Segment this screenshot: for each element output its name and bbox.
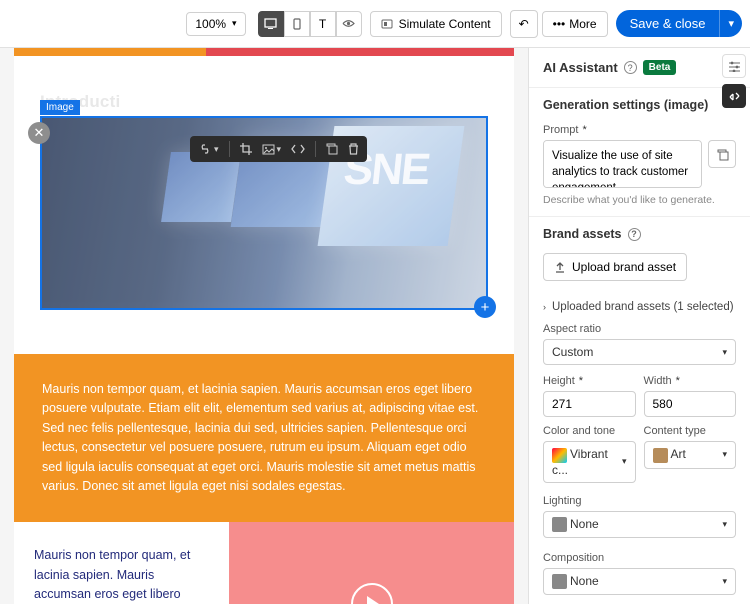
prompt-input[interactable] <box>543 140 702 188</box>
orange-text-block[interactable]: Mauris non tempor quam, et lacinia sapie… <box>14 354 514 522</box>
art-swatch-icon <box>653 448 668 463</box>
lighting-label: Lighting <box>543 495 736 507</box>
save-dropdown-button[interactable]: ▾ <box>719 10 742 37</box>
color-tone-select[interactable]: Vibrant c... ▾ <box>543 441 636 482</box>
chevron-down-icon: ▾ <box>722 347 727 358</box>
chevron-down-icon: ▾ <box>722 576 727 587</box>
add-icon[interactable]: + <box>474 296 496 318</box>
height-input[interactable] <box>543 391 636 417</box>
upload-icon <box>554 261 566 273</box>
floating-toolbar: ▾ ▾ <box>190 136 367 162</box>
zoom-select[interactable]: 100% ▾ <box>186 12 245 36</box>
content-type-label: Content type <box>644 425 737 437</box>
device-toggle-group: T <box>258 11 362 37</box>
image-icon[interactable]: ▾ <box>262 144 282 155</box>
chevron-right-icon: › <box>543 302 546 312</box>
split-row: Mauris non tempor quam, et lacinia sapie… <box>14 522 514 604</box>
beta-badge: Beta <box>643 60 677 75</box>
simulate-label: Simulate Content <box>399 17 491 31</box>
save-close-button[interactable]: Save & close <box>616 10 720 37</box>
sliders-icon[interactable] <box>722 54 746 78</box>
more-label: More <box>569 17 596 31</box>
aspect-select[interactable]: Custom ▾ <box>543 339 736 365</box>
desktop-icon[interactable] <box>258 11 284 37</box>
copy-icon[interactable] <box>326 143 338 155</box>
gen-settings-title: Generation settings (image) <box>529 87 750 120</box>
preview-icon[interactable] <box>336 11 362 37</box>
copy-prompt-icon[interactable] <box>708 140 736 168</box>
crop-icon[interactable] <box>240 143 252 155</box>
save-group: Save & close ▾ <box>616 10 742 37</box>
chevron-down-icon: ▾ <box>622 456 627 467</box>
delete-icon[interactable] <box>348 143 359 155</box>
text-mode-icon[interactable]: T <box>310 11 336 37</box>
none-swatch-icon <box>552 517 567 532</box>
intro-heading: Introducti <box>40 92 488 112</box>
composition-label: Composition <box>543 552 736 564</box>
ellipsis-icon: ••• <box>553 17 566 31</box>
width-label: Width <box>644 375 672 387</box>
composition-value: None <box>570 574 599 588</box>
right-rail <box>718 48 750 114</box>
color-tone-label: Color and tone <box>543 425 636 437</box>
content-type-select[interactable]: Art ▾ <box>644 441 737 468</box>
upload-brand-button[interactable]: Upload brand asset <box>543 253 687 281</box>
top-toolbar: 100% ▾ T Simulate Content ↶ ••• More Sav… <box>0 0 750 48</box>
code-icon[interactable] <box>291 144 305 154</box>
simulate-content-button[interactable]: Simulate Content <box>370 11 502 37</box>
aspect-label: Aspect ratio <box>543 323 736 335</box>
chevron-down-icon: ▾ <box>232 18 237 29</box>
help-icon[interactable]: ? <box>628 228 641 241</box>
help-icon[interactable]: ? <box>624 61 637 74</box>
uploaded-assets-label: Uploaded brand assets (1 selected) <box>552 301 734 313</box>
brand-assets-label: Brand assets <box>543 227 622 241</box>
collapse-panel-icon[interactable] <box>722 84 746 108</box>
composition-select[interactable]: None ▾ <box>543 568 736 595</box>
left-text-block[interactable]: Mauris non tempor quam, et lacinia sapie… <box>14 522 229 604</box>
upload-brand-label: Upload brand asset <box>572 260 676 274</box>
zoom-value: 100% <box>195 17 226 31</box>
ai-assistant-panel: AI Assistant ? Beta Generation settings … <box>528 48 750 604</box>
content-type-value: Art <box>671 447 686 461</box>
page-content: Introducti Image ✕ SNE + Mauris non temp… <box>14 48 514 604</box>
link-icon[interactable]: ▾ <box>198 144 219 155</box>
chevron-down-icon: ▾ <box>722 449 727 460</box>
close-icon[interactable]: ✕ <box>28 122 50 144</box>
prompt-label: Prompt <box>543 124 578 136</box>
none-swatch-icon <box>552 574 567 589</box>
vibrant-swatch-icon <box>552 448 567 463</box>
image-badge: Image <box>40 100 80 115</box>
undo-icon[interactable]: ↶ <box>510 10 538 38</box>
video-block[interactable] <box>229 522 514 604</box>
more-group: ↶ ••• More <box>510 10 608 38</box>
lighting-value: None <box>570 517 599 531</box>
aspect-value: Custom <box>552 345 593 359</box>
width-input[interactable] <box>644 391 737 417</box>
lighting-select[interactable]: None ▾ <box>543 511 736 538</box>
play-icon <box>351 583 393 604</box>
uploaded-assets-row[interactable]: › Uploaded brand assets (1 selected) <box>529 291 750 319</box>
chevron-down-icon: ▾ <box>722 519 727 530</box>
simulate-icon <box>381 18 393 30</box>
panel-title: AI Assistant <box>543 60 618 75</box>
height-label: Height <box>543 375 575 387</box>
editor-canvas[interactable]: ▾ ▾ Introducti Image ✕ <box>0 48 528 604</box>
more-button[interactable]: ••• More <box>542 11 608 37</box>
mobile-icon[interactable] <box>284 11 310 37</box>
prompt-helper: Describe what you'd like to generate. <box>543 194 736 206</box>
color-strip <box>14 48 514 56</box>
